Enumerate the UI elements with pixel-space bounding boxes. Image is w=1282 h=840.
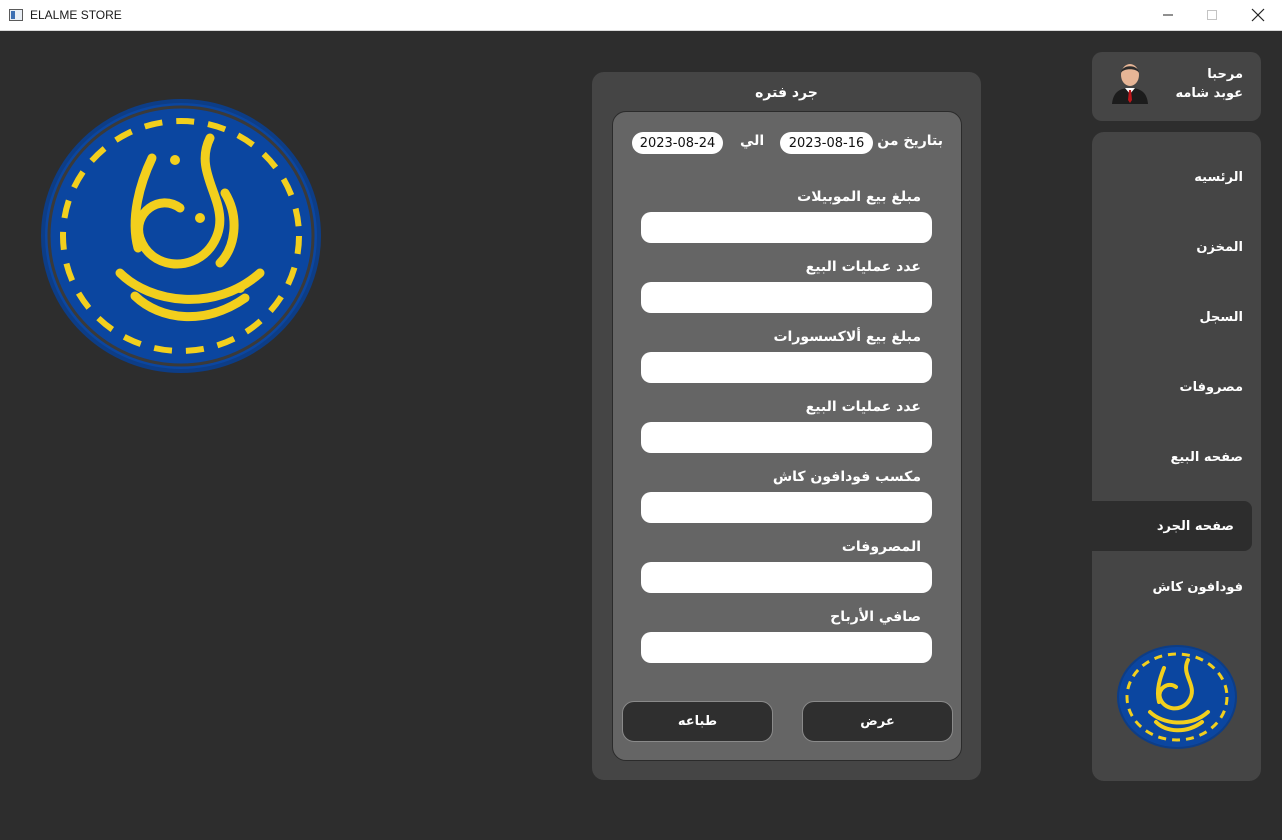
nav-item-vodafone-cash[interactable]: فودافون كاش: [1092, 562, 1261, 612]
close-icon: [1251, 8, 1265, 22]
nav-item-home[interactable]: الرئسيه: [1092, 152, 1261, 202]
print-button[interactable]: طباعه: [622, 701, 773, 742]
user-avatar-icon: [1112, 64, 1148, 104]
inventory-report-panel: جرد فتره بتاريخ من 2023-08-16 الي 2023-0…: [592, 72, 981, 780]
mobiles-count-label: عدد عمليات البيع: [805, 259, 921, 275]
date-to-picker[interactable]: 2023-08-24: [632, 132, 723, 154]
maximize-button[interactable]: [1189, 0, 1235, 30]
user-name: عوبد شامه: [1175, 86, 1243, 101]
nav-item-inventory-page[interactable]: صفحه الجرد: [1092, 501, 1252, 551]
date-from-picker[interactable]: 2023-08-16: [780, 132, 873, 154]
accessories-count-label: عدد عمليات البيع: [805, 399, 921, 415]
expenses-field[interactable]: [641, 562, 932, 593]
sidebar-nav: الرئسيه المخزن السجل مصروفات صفحه البيع …: [1092, 132, 1261, 781]
window-title: ELALME STORE: [30, 8, 122, 22]
vodafone-cash-profit-field[interactable]: [641, 492, 932, 523]
mobiles-sales-label: مبلغ بيع الموبيلات: [797, 189, 921, 205]
mobiles-count-field[interactable]: [641, 282, 932, 313]
show-button[interactable]: عرض: [802, 701, 953, 742]
maximize-icon: [1207, 10, 1217, 20]
panel-title: جرد فتره: [755, 85, 818, 101]
report-form: بتاريخ من 2023-08-16 الي 2023-08-24 مبلغ…: [612, 111, 962, 761]
nav-item-warehouse[interactable]: المخزن: [1092, 222, 1261, 272]
accessories-count-field[interactable]: [641, 422, 932, 453]
greeting-text: مرحبا: [1207, 67, 1243, 82]
store-logo-large: [41, 99, 321, 373]
date-from-label: بتاريخ من: [877, 133, 943, 149]
close-button[interactable]: [1235, 0, 1281, 30]
accessories-sales-field[interactable]: [641, 352, 932, 383]
date-to-label: الي: [740, 133, 765, 149]
accessories-sales-label: مبلغ بيع ألاكسسورات: [773, 329, 921, 345]
minimize-icon: [1163, 14, 1173, 16]
nav-item-log[interactable]: السجل: [1092, 292, 1261, 342]
mobiles-sales-field[interactable]: [641, 212, 932, 243]
app-icon: [9, 9, 23, 21]
nav-item-sales-page[interactable]: صفحه البيع: [1092, 432, 1261, 482]
vodafone-cash-profit-label: مكسب فودافون كاش: [772, 469, 921, 485]
minimize-button[interactable]: [1145, 0, 1191, 30]
net-profit-label: صافي الأرباح: [830, 609, 921, 625]
window-titlebar: ELALME STORE: [0, 0, 1282, 31]
net-profit-field[interactable]: [641, 632, 932, 663]
store-logo-small: [1117, 645, 1237, 749]
nav-item-expenses[interactable]: مصروفات: [1092, 362, 1261, 412]
greeting-block: مرحبا عوبد شامه: [1175, 65, 1243, 103]
expenses-label: المصروفات: [841, 539, 921, 555]
user-card: مرحبا عوبد شامه: [1092, 52, 1261, 121]
